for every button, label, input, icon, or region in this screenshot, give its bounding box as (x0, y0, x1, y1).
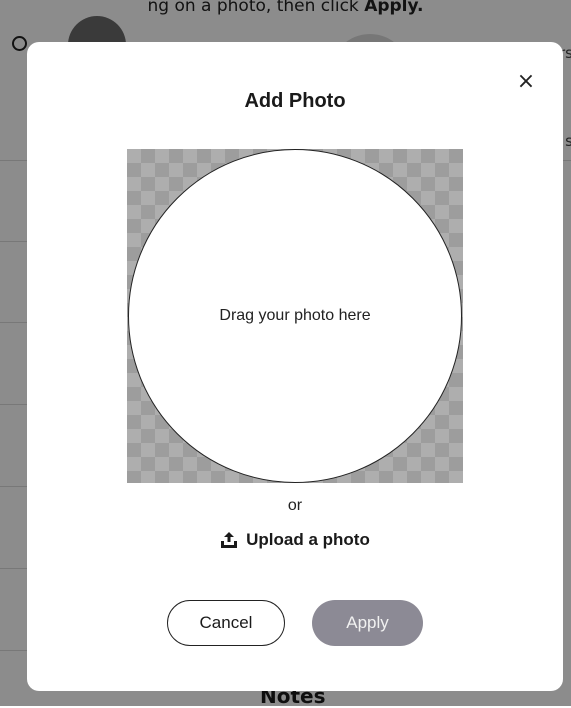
add-photo-dialog: × Add Photo Drag your photo here or Uplo… (27, 42, 563, 691)
photo-dropzone[interactable]: Drag your photo here (127, 149, 463, 483)
apply-button-label: Apply (346, 613, 389, 632)
dialog-title: Add Photo (244, 90, 346, 112)
apply-button[interactable]: Apply (312, 600, 423, 646)
dropzone-hint: Drag your photo here (219, 307, 371, 324)
crop-circle[interactable]: Drag your photo here (128, 149, 462, 483)
or-separator: or (287, 497, 303, 514)
cancel-button-label: Cancel (199, 613, 253, 632)
upload-icon (220, 531, 238, 549)
cancel-button[interactable]: Cancel (167, 600, 285, 646)
upload-photo-button[interactable]: Upload a photo (27, 530, 563, 550)
upload-photo-label: Upload a photo (246, 530, 370, 549)
